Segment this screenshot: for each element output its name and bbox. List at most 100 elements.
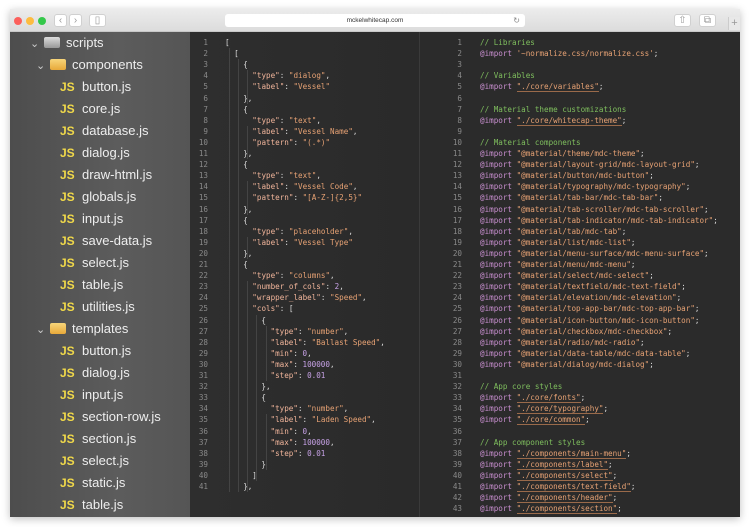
token-str: "@material/textfield/mdc-text-field" (516, 282, 682, 292)
code-line: 17 @import "@material/tab-indicator/mdc-t… (420, 215, 740, 226)
token-pun: { (243, 215, 248, 225)
js-file-icon: JS (60, 256, 75, 270)
code-line: 21 @import "@material/menu/mdc-menu"; (420, 259, 740, 270)
line-number: 29 (452, 348, 462, 358)
line-number: 7 (203, 104, 208, 114)
sidebar-item-select-js[interactable]: JS select.js (60, 450, 129, 472)
token-pun (512, 449, 517, 458)
sidebar-item-input-js[interactable]: JS input.js (60, 208, 123, 230)
token-str: "Laden Speed" (311, 415, 372, 425)
line-number: 35 (452, 415, 462, 425)
sidebar-item-components[interactable]: ⌄ components (36, 54, 143, 76)
code-line: 17 { (190, 215, 419, 226)
line-number: 16 (452, 204, 462, 214)
code-text: @import "@material/radio/mdc-radio"; (480, 337, 645, 348)
sidebar-item-input-js[interactable]: JS input.js (60, 384, 123, 406)
token-pun: ; (598, 82, 604, 92)
code-line: 4 "type": "dialog", (190, 70, 419, 81)
token-pun: : (325, 282, 335, 292)
code-line: 35 "label": "Laden Speed", (190, 414, 419, 425)
sidebar-item-select-js[interactable]: JS select.js (60, 252, 129, 274)
code-text: @import "@material/tab-scroller/mdc-tab-… (480, 204, 709, 215)
line-number: 43 (452, 504, 462, 514)
share-button[interactable]: ⇧ (674, 14, 691, 27)
token-key: "label" (252, 182, 285, 192)
line-number: 36 (452, 426, 462, 436)
token-pun: : (279, 171, 289, 181)
code-text: @import "@material/menu-surface/mdc-menu… (480, 248, 709, 259)
code-text: "type": "text", (225, 170, 321, 181)
sidebar-item-core-js[interactable]: JS core.js (60, 98, 120, 120)
sidebar-item-table-js[interactable]: JS table.js (60, 494, 123, 516)
line-number: 28 (198, 337, 208, 347)
token-pun: ; (621, 115, 627, 125)
js-file-icon: JS (60, 278, 75, 292)
chevron-down-icon[interactable]: ⌄ (30, 33, 44, 55)
sidebar-item-templates[interactable]: ⌄ templates (36, 318, 128, 340)
line-number: 41 (452, 482, 462, 491)
line-number: 17 (198, 215, 208, 225)
js-file-icon: JS (60, 80, 75, 94)
forward-button[interactable]: › (69, 14, 82, 27)
line-number: 4 (203, 71, 208, 81)
token-pun: , (316, 115, 321, 125)
back-button[interactable]: ‹ (54, 14, 67, 27)
token-pun: ; (630, 260, 636, 269)
sidebar-item-scripts[interactable]: ⌄ scripts (30, 32, 104, 54)
code-text: [ (225, 37, 230, 48)
tabs-button[interactable]: ⧉ (699, 14, 716, 27)
code-line: 23 "number_of_cols": 2, (190, 281, 419, 292)
token-key: "label" (252, 126, 285, 136)
sidebar-item-database-js[interactable]: JS database.js (60, 120, 149, 142)
code-line: 5 "label": "Vessel" (190, 81, 419, 92)
reload-icon[interactable]: ↻ (513, 14, 520, 27)
sidebar-item-table-js[interactable]: JS table.js (60, 274, 123, 296)
code-text: // Material components (480, 137, 581, 148)
new-tab-button[interactable]: + (728, 17, 740, 30)
sidebar-item-dialog-js[interactable]: JS dialog.js (60, 362, 130, 384)
token-key: "type" (252, 71, 280, 81)
close-window-button[interactable] (14, 17, 22, 25)
browser-toolbar: ‹ › ▯ mckelwhitecap.com ↻ ⇧ ⧉ (10, 9, 740, 32)
sidebar-item-draw-html-js[interactable]: JS draw-html.js (60, 164, 152, 186)
token-pun: ; (694, 304, 700, 314)
code-text: } (225, 459, 266, 470)
token-key: "type" (270, 404, 298, 414)
token-pun: ; (685, 348, 691, 358)
minimize-window-button[interactable] (26, 17, 34, 25)
token-pun: , (329, 359, 335, 369)
token-pun: : (297, 448, 308, 458)
sidebar-item-button-js[interactable]: JS button.js (60, 76, 131, 98)
code-text: "label": "Vessel Name", (225, 126, 357, 137)
sidebar-item-utilities-js[interactable]: JS utilities.js (60, 296, 135, 318)
token-str: "placeholder" (288, 226, 349, 236)
token-path: "./core/whitecap-theme" (516, 115, 622, 126)
maximize-window-button[interactable] (38, 17, 46, 25)
json-editor-pane[interactable]: 1[2[3{4 "type": "dialog", 5 "label": "Vesse… (190, 32, 419, 517)
js-file-icon: JS (60, 498, 75, 512)
token-key: "min" (270, 348, 294, 358)
sidebar-item-button-js[interactable]: JS button.js (60, 340, 131, 362)
line-number: 40 (198, 470, 208, 480)
sidebar-toggle-button[interactable]: ▯ (89, 14, 106, 27)
sidebar-item-section-row-js[interactable]: JS section-row.js (60, 406, 161, 428)
address-bar[interactable]: mckelwhitecap.com ↻ (225, 14, 525, 27)
line-number: 12 (452, 160, 462, 170)
code-line: 20}, (190, 248, 419, 259)
token-kw: @import (480, 448, 513, 458)
scss-editor-pane[interactable]: 1 // Libraries 2 @import '~normalize.css/no… (419, 32, 740, 517)
chevron-down-icon[interactable]: ⌄ (36, 319, 50, 341)
sidebar-item-save-data-js[interactable]: JS save-data.js (60, 230, 152, 252)
code-line: 4 // Variables (420, 70, 740, 81)
token-pun: , (325, 71, 331, 81)
code-line: 39 @import "./components/label"; (420, 459, 740, 470)
token-pun (512, 393, 517, 402)
sidebar-item-label: table.js (82, 497, 124, 512)
sidebar-item-static-js[interactable]: JS static.js (60, 472, 125, 494)
line-number: 25 (198, 304, 208, 314)
chevron-down-icon[interactable]: ⌄ (36, 55, 50, 77)
js-file-icon: JS (60, 190, 75, 204)
sidebar-item-dialog-js[interactable]: JS dialog.js (60, 142, 130, 164)
sidebar-item-globals-js[interactable]: JS globals.js (60, 186, 136, 208)
sidebar-item-section-js[interactable]: JS section.js (60, 428, 136, 450)
